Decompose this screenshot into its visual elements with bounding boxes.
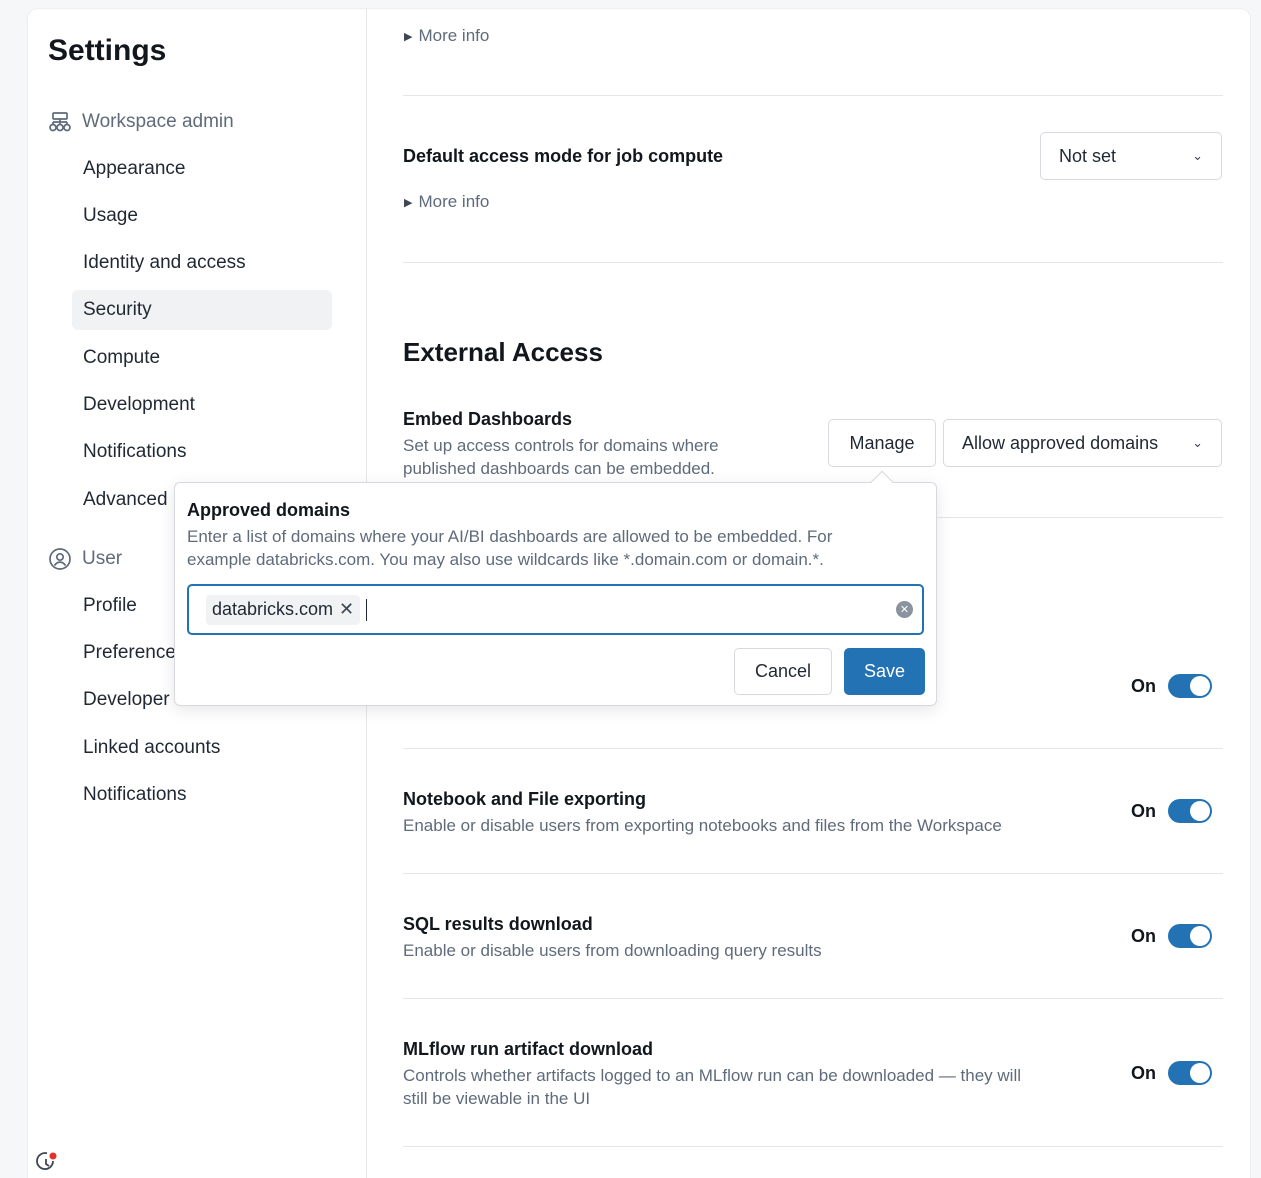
mlflow-artifact-download-toggle[interactable] xyxy=(1168,1061,1212,1085)
text-cursor xyxy=(366,598,368,621)
more-info-toggle[interactable]: ▶ More info xyxy=(404,192,489,212)
more-info-label: More info xyxy=(418,26,490,45)
setting-title-mlflow-artifact-download: MLflow run artifact download xyxy=(403,1039,653,1059)
clear-input-icon[interactable]: ✕ xyxy=(896,601,913,618)
sidebar-item-usage[interactable]: Usage xyxy=(72,196,332,236)
cancel-button[interactable]: Cancel xyxy=(734,648,832,695)
sidebar-group-workspace-admin: Workspace admin xyxy=(48,109,234,135)
sidebar-item-security[interactable]: Security xyxy=(72,290,332,330)
sidebar-group-label: Workspace admin xyxy=(82,111,234,132)
approved-domains-popover: Approved domains Enter a list of domains… xyxy=(174,482,937,706)
job-compute-access-mode-select[interactable]: Not set ⌄ xyxy=(1040,132,1222,180)
notebook-exporting-toggle[interactable] xyxy=(1168,799,1212,823)
setting-description-line: Set up access controls for domains where xyxy=(403,436,719,455)
domain-tag-label: databricks.com xyxy=(212,599,334,619)
setting-description-line: still be viewable in the UI xyxy=(403,1089,591,1108)
user-circle-icon xyxy=(49,548,71,570)
divider xyxy=(403,262,1223,263)
sidebar-item-compute[interactable]: Compute xyxy=(72,338,332,378)
toggle-knob xyxy=(1190,926,1210,946)
page-title: Settings xyxy=(48,34,167,67)
toggle-state-label: On xyxy=(1131,925,1156,946)
setting-title-sql-results-download: SQL results download xyxy=(403,914,593,934)
sidebar-item-user-notifications[interactable]: Notifications xyxy=(72,775,332,815)
sql-results-download-toggle[interactable] xyxy=(1168,924,1212,948)
clock-notification-button[interactable] xyxy=(28,1148,66,1178)
more-info-label: More info xyxy=(418,192,490,211)
setting-description-line: Controls whether artifacts logged to an … xyxy=(403,1066,1022,1085)
popover-description-line: example databricks.com. You may also use… xyxy=(187,550,824,569)
select-value: Not set xyxy=(1059,145,1117,166)
setting-title-embed-dashboards: Embed Dashboards xyxy=(403,409,573,429)
select-value: Allow approved domains xyxy=(962,432,1159,453)
divider xyxy=(403,998,1223,999)
sidebar-item-notifications[interactable]: Notifications xyxy=(72,432,332,472)
setting-title-notebook-exporting: Notebook and File exporting xyxy=(403,789,647,809)
sidebar-item-appearance[interactable]: Appearance xyxy=(72,149,332,189)
divider xyxy=(403,1146,1223,1147)
setting-description: Enable or disable users from exporting n… xyxy=(403,816,1002,835)
save-button[interactable]: Save xyxy=(844,648,925,695)
remove-tag-icon[interactable]: ✕ xyxy=(339,599,354,620)
sql-results-download-toggle-row: On xyxy=(1131,924,1212,948)
section-title: External Access xyxy=(403,337,603,367)
toggle-state-label: On xyxy=(1131,675,1156,696)
embed-dashboards-select[interactable]: Allow approved domains ⌄ xyxy=(943,419,1222,467)
notebook-exporting-toggle-row: On xyxy=(1131,799,1212,823)
clock-notification-icon xyxy=(36,1152,57,1170)
popover-description-line: Enter a list of domains where your AI/BI… xyxy=(187,527,833,546)
setting-description: Enable or disable users from downloading… xyxy=(403,941,822,960)
sidebar-item-development[interactable]: Development xyxy=(72,385,332,425)
sidebar-item-linked-accounts[interactable]: Linked accounts xyxy=(72,728,332,768)
manage-button[interactable]: Manage xyxy=(828,419,936,467)
setting-toggle[interactable] xyxy=(1168,674,1212,698)
toggle-knob xyxy=(1190,676,1210,696)
popover-title: Approved domains xyxy=(187,500,351,520)
domain-tag: databricks.com ✕ xyxy=(206,594,361,625)
setting-description: Controls whether artifacts logged to an … xyxy=(403,1064,1021,1110)
popover-description: Enter a list of domains where your AI/BI… xyxy=(187,525,917,571)
setting-toggle-row: On xyxy=(1131,674,1212,698)
setting-description-line: published dashboards can be embedded. xyxy=(403,459,715,478)
more-info-toggle[interactable]: ▶ More info xyxy=(404,26,489,46)
divider xyxy=(403,873,1223,874)
sidebar-item-identity-and-access[interactable]: Identity and access xyxy=(72,243,332,283)
toggle-state-label: On xyxy=(1131,1062,1156,1083)
chevron-down-icon: ⌄ xyxy=(1192,148,1203,163)
sidebar-group-user: User xyxy=(48,546,122,572)
sidebar-group-label: User xyxy=(82,548,123,569)
mlflow-artifact-download-toggle-row: On xyxy=(1131,1061,1212,1085)
toggle-state-label: On xyxy=(1131,800,1156,821)
workspace-admin-icon xyxy=(49,112,71,132)
chevron-down-icon: ⌄ xyxy=(1192,435,1203,450)
approved-domains-input[interactable]: databricks.com ✕ ✕ xyxy=(187,584,924,635)
toggle-knob xyxy=(1190,801,1210,821)
disclosure-triangle-icon: ▶ xyxy=(404,196,413,209)
divider xyxy=(403,95,1223,96)
disclosure-triangle-icon: ▶ xyxy=(404,30,413,43)
setting-title-job-compute: Default access mode for job compute xyxy=(403,146,724,166)
divider xyxy=(403,748,1223,749)
setting-description: Set up access controls for domains where… xyxy=(403,434,719,480)
toggle-knob xyxy=(1190,1063,1210,1083)
